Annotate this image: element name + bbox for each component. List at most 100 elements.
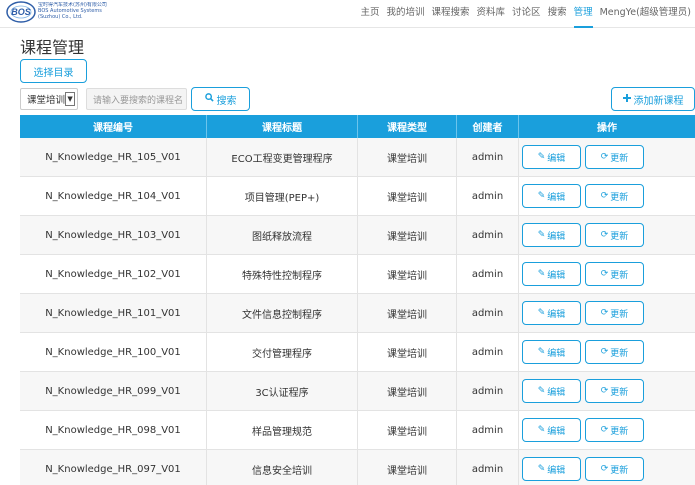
- creator-cell: admin: [457, 255, 519, 293]
- table-row: N_Knowledge_HR_097_V01 信息安全培训 课堂培训 admin…: [20, 450, 695, 485]
- pencil-icon: ✎: [537, 464, 546, 474]
- course-title-cell: 特殊特性控制程序: [207, 255, 358, 293]
- company-name: 宝时得汽车技术(苏州)有限公司 BOS Automotive Systems (…: [38, 2, 108, 20]
- course-type-value: 课堂培训: [27, 95, 66, 106]
- update-button[interactable]: ⟳ 更新: [585, 223, 644, 247]
- pencil-icon: ✎: [537, 386, 546, 396]
- nav-library[interactable]: 资料库: [477, 0, 506, 28]
- course-type-cell: 课堂培训: [358, 333, 457, 371]
- edit-button[interactable]: ✎ 编辑: [522, 418, 581, 442]
- edit-button[interactable]: ✎ 编辑: [522, 379, 581, 403]
- nav-forum[interactable]: 讨论区: [512, 0, 541, 28]
- edit-label: 编辑: [547, 387, 566, 398]
- refresh-icon: ⟳: [600, 464, 609, 474]
- update-label: 更新: [610, 231, 629, 242]
- course-title-cell: 交付管理程序: [207, 333, 358, 371]
- creator-cell: admin: [457, 177, 519, 215]
- update-button[interactable]: ⟳ 更新: [585, 301, 644, 325]
- actions-cell: ✎ 编辑 ⟳ 更新: [519, 333, 695, 371]
- column-header: 课程类型: [358, 115, 457, 138]
- nav-course-search[interactable]: 课程搜索: [432, 0, 470, 28]
- company-name-line: (Suzhou) Co., Ltd.: [38, 14, 83, 20]
- nav-search[interactable]: 搜索: [548, 0, 567, 28]
- pencil-icon: ✎: [537, 191, 546, 201]
- add-course-label: 添加新课程: [633, 95, 684, 107]
- refresh-icon: ⟳: [600, 308, 609, 318]
- creator-cell: admin: [457, 333, 519, 371]
- main-nav: 主页 我的培训 课程搜索 资料库 讨论区 搜索 管理 MengYe(超级管理员): [353, 0, 691, 28]
- search-icon: [204, 93, 214, 105]
- actions-cell: ✎ 编辑 ⟳ 更新: [519, 138, 695, 176]
- update-label: 更新: [610, 387, 629, 398]
- course-title-cell: 信息安全培训: [207, 450, 358, 485]
- edit-button[interactable]: ✎ 编辑: [522, 457, 581, 481]
- nav-manage[interactable]: 管理: [573, 0, 593, 28]
- actions-cell: ✎ 编辑 ⟳ 更新: [519, 411, 695, 449]
- bos-logo-icon: BOS: [6, 1, 36, 23]
- pencil-icon: ✎: [537, 269, 546, 279]
- table-row: N_Knowledge_HR_105_V01 ECO工程变更管理程序 课堂培训 …: [20, 138, 695, 177]
- course-id-cell: N_Knowledge_HR_100_V01: [20, 333, 207, 371]
- course-title-cell: 样品管理规范: [207, 411, 358, 449]
- edit-button[interactable]: ✎ 编辑: [522, 340, 581, 364]
- course-id-cell: N_Knowledge_HR_097_V01: [20, 450, 207, 485]
- add-course-button[interactable]: 添加新课程: [611, 87, 695, 111]
- course-id-cell: N_Knowledge_HR_102_V01: [20, 255, 207, 293]
- creator-cell: admin: [457, 411, 519, 449]
- course-id-cell: N_Knowledge_HR_101_V01: [20, 294, 207, 332]
- update-button[interactable]: ⟳ 更新: [585, 418, 644, 442]
- table-header: 课程编号 课程标题 课程类型 创建者 操作: [20, 115, 695, 138]
- creator-cell: admin: [457, 450, 519, 485]
- edit-label: 编辑: [547, 270, 566, 281]
- creator-cell: admin: [457, 216, 519, 254]
- edit-button[interactable]: ✎ 编辑: [522, 184, 581, 208]
- course-type-cell: 课堂培训: [358, 138, 457, 176]
- course-type-cell: 课堂培训: [358, 294, 457, 332]
- edit-button[interactable]: ✎ 编辑: [522, 223, 581, 247]
- update-label: 更新: [610, 348, 629, 359]
- course-type-cell: 课堂培训: [358, 255, 457, 293]
- update-button[interactable]: ⟳ 更新: [585, 262, 644, 286]
- search-button-label: 搜索: [216, 95, 237, 107]
- edit-label: 编辑: [547, 465, 566, 476]
- pencil-icon: ✎: [537, 308, 546, 318]
- nav-home[interactable]: 主页: [360, 0, 379, 28]
- search-input[interactable]: 请输入要搜索的课程名: [86, 88, 187, 110]
- table-row: N_Knowledge_HR_099_V01 3C认证程序 课堂培训 admin…: [20, 372, 695, 411]
- nav-my-training[interactable]: 我的培训: [387, 0, 425, 28]
- refresh-icon: ⟳: [600, 152, 609, 162]
- table-row: N_Knowledge_HR_104_V01 项目管理(PEP+) 课堂培训 a…: [20, 177, 695, 216]
- edit-button[interactable]: ✎ 编辑: [522, 145, 581, 169]
- update-button[interactable]: ⟳ 更新: [585, 145, 644, 169]
- table-row: N_Knowledge_HR_098_V01 样品管理规范 课堂培训 admin…: [20, 411, 695, 450]
- nav-user-menu[interactable]: MengYe(超级管理员): [600, 0, 691, 28]
- course-type-select[interactable]: 课堂培训 ▼: [20, 88, 78, 110]
- edit-button[interactable]: ✎ 编辑: [522, 262, 581, 286]
- course-title-cell: 项目管理(PEP+): [207, 177, 358, 215]
- course-type-cell: 课堂培训: [358, 216, 457, 254]
- update-label: 更新: [610, 270, 629, 281]
- update-label: 更新: [610, 309, 629, 320]
- company-logo[interactable]: BOS: [6, 1, 36, 23]
- update-label: 更新: [610, 465, 629, 476]
- update-button[interactable]: ⟳ 更新: [585, 184, 644, 208]
- column-header: 操作: [597, 123, 617, 134]
- search-button[interactable]: 搜索: [191, 87, 250, 111]
- creator-cell: admin: [457, 138, 519, 176]
- course-table: 课程编号 课程标题 课程类型 创建者 操作 N_Knowledge_HR_105…: [20, 115, 695, 485]
- refresh-icon: ⟳: [600, 230, 609, 240]
- table-row: N_Knowledge_HR_103_V01 图纸释放流程 课堂培训 admin…: [20, 216, 695, 255]
- edit-button[interactable]: ✎ 编辑: [522, 301, 581, 325]
- update-button[interactable]: ⟳ 更新: [585, 379, 644, 403]
- actions-cell: ✎ 编辑 ⟳ 更新: [519, 216, 695, 254]
- actions-cell: ✎ 编辑 ⟳ 更新: [519, 177, 695, 215]
- update-label: 更新: [610, 426, 629, 437]
- update-button[interactable]: ⟳ 更新: [585, 340, 644, 364]
- refresh-icon: ⟳: [600, 347, 609, 357]
- update-button[interactable]: ⟳ 更新: [585, 457, 644, 481]
- refresh-icon: ⟳: [600, 425, 609, 435]
- select-directory-button[interactable]: 选择目录: [20, 59, 87, 83]
- edit-label: 编辑: [547, 231, 566, 242]
- edit-label: 编辑: [547, 426, 566, 437]
- creator-cell: admin: [457, 372, 519, 410]
